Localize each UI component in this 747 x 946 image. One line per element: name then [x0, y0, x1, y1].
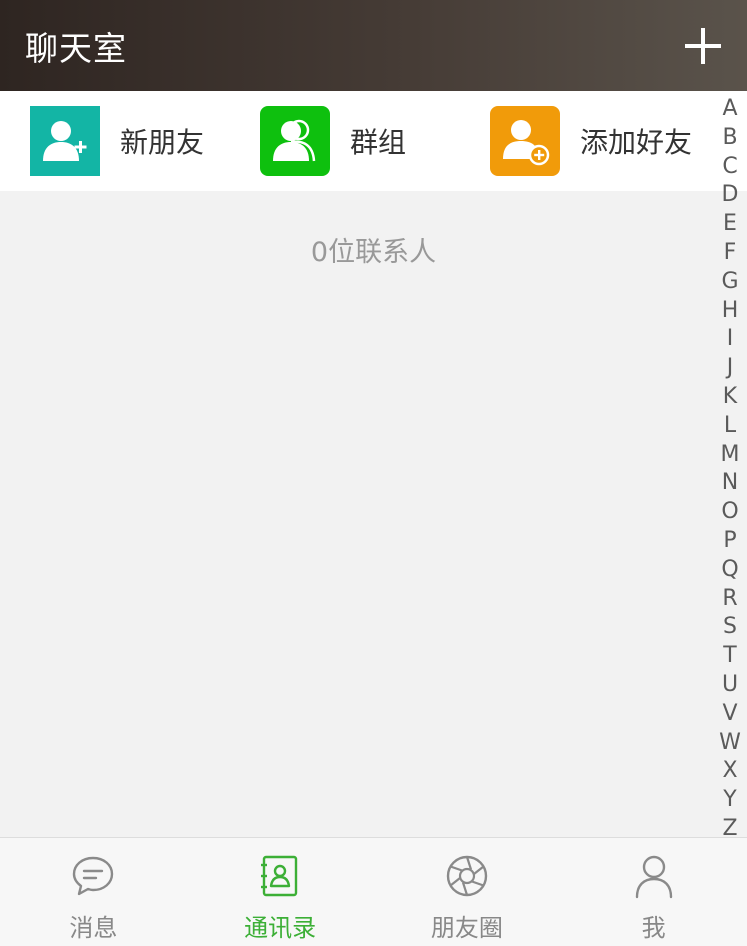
- tab-messages[interactable]: 消息: [0, 838, 187, 946]
- index-letter[interactable]: R: [722, 585, 737, 614]
- new-friends-label: 新朋友: [120, 126, 205, 159]
- page-title: 聊天室: [25, 28, 127, 68]
- chat-bubble-icon: [73, 856, 114, 896]
- plus-icon[interactable]: [685, 27, 721, 64]
- add-friend-entry[interactable]: 添加好友: [490, 106, 692, 176]
- alphabet-index[interactable]: A B C D E F G H I J K L M N O P Q R S T …: [713, 95, 747, 844]
- contact-count: 0位联系人: [310, 237, 437, 268]
- index-letter[interactable]: U: [722, 671, 738, 700]
- index-letter[interactable]: C: [722, 153, 737, 182]
- index-letter[interactable]: X: [722, 757, 737, 786]
- index-letter[interactable]: L: [724, 412, 736, 441]
- bottom-tab-bar: 消息 通讯录 朋友圈 我: [0, 837, 747, 946]
- index-letter[interactable]: E: [723, 210, 737, 239]
- groups-label: 群组: [350, 126, 407, 159]
- tab-contacts-label: 通讯录: [244, 914, 317, 942]
- group-icon: [260, 106, 330, 176]
- aperture-icon: [446, 855, 488, 897]
- tab-moments-label: 朋友圈: [430, 914, 503, 942]
- index-letter[interactable]: J: [727, 354, 734, 383]
- index-letter[interactable]: D: [722, 181, 739, 210]
- add-friend-icon: [490, 106, 560, 176]
- index-letter[interactable]: T: [723, 642, 736, 671]
- add-friend-label: 添加好友: [580, 126, 693, 159]
- index-letter[interactable]: W: [719, 729, 741, 758]
- index-letter[interactable]: F: [724, 239, 737, 268]
- tab-contacts[interactable]: 通讯录: [187, 838, 374, 946]
- index-letter[interactable]: B: [722, 124, 737, 153]
- tab-me-label: 我: [641, 914, 666, 942]
- index-letter[interactable]: I: [727, 325, 734, 354]
- index-letter[interactable]: S: [723, 613, 737, 642]
- tab-me[interactable]: 我: [560, 838, 747, 946]
- index-letter[interactable]: Y: [723, 786, 736, 815]
- index-letter[interactable]: G: [721, 268, 738, 297]
- new-friends-entry[interactable]: 新朋友: [30, 106, 204, 176]
- quick-entry-row: 新朋友 群组 添加好友: [0, 91, 747, 191]
- index-letter[interactable]: O: [721, 498, 738, 527]
- user-icon: [635, 855, 672, 899]
- index-letter[interactable]: A: [722, 95, 737, 124]
- index-letter[interactable]: M: [721, 441, 740, 470]
- groups-entry[interactable]: 群组: [260, 106, 406, 176]
- app-header: 聊天室: [0, 0, 747, 91]
- index-letter[interactable]: H: [722, 297, 739, 326]
- index-letter[interactable]: K: [723, 383, 737, 412]
- tab-moments[interactable]: 朋友圈: [374, 838, 561, 946]
- index-letter[interactable]: N: [722, 469, 738, 498]
- index-letter[interactable]: V: [722, 700, 737, 729]
- index-letter[interactable]: P: [723, 527, 736, 556]
- new-friend-icon: [30, 106, 100, 176]
- tab-messages-label: 消息: [69, 914, 118, 942]
- index-letter[interactable]: Q: [721, 556, 738, 585]
- address-book-icon: [261, 855, 298, 897]
